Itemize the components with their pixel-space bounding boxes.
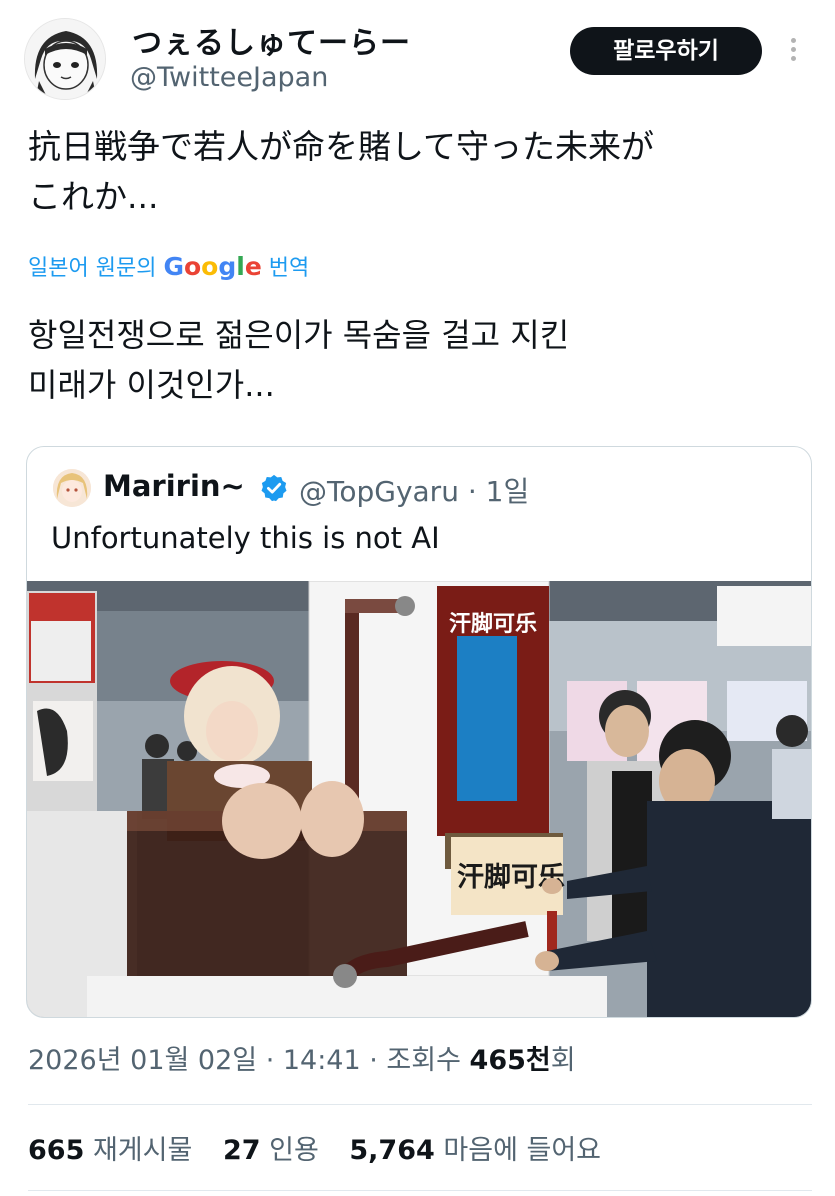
quoted-tweet-photo[interactable]: 汗脚可乐 汗脚可乐 — [27, 581, 812, 1018]
google-logo: Google — [163, 252, 262, 281]
translated-text-line: 미래가 이것인가... — [28, 366, 275, 404]
quoted-author-name[interactable]: Maririn~ — [103, 469, 245, 503]
divider — [28, 1190, 812, 1191]
tweet-text-line: 抗日戦争で若人が命を賭して守った未来が — [28, 127, 655, 166]
translate-suffix: 번역 — [268, 256, 310, 281]
verified-badge-icon — [261, 474, 287, 502]
machine-sign-top: 汗脚可乐 — [449, 612, 537, 637]
retweets-stat[interactable]: 665 재게시물 — [28, 1135, 192, 1166]
author-display-name[interactable]: つぇるしゅてーらー — [132, 18, 411, 62]
translation-attribution[interactable]: 일본어 원문의 Google 번역 — [28, 250, 309, 282]
quoted-author-handle-time[interactable]: @TopGyaru · 1일 — [299, 470, 529, 510]
tweet-date-time[interactable]: 2026년 01월 02일 · 14:41 · 조회수 — [28, 1045, 461, 1076]
tweet-text: 抗日戦争で若人が命を賭して守った未来が これか... — [28, 122, 818, 222]
quotes-count: 27 — [222, 1135, 261, 1166]
author-avatar[interactable] — [24, 18, 106, 100]
divider — [28, 1104, 812, 1105]
tweet-header: つぇるしゅてーらー @TwitteeJapan 팔로우하기 — [0, 0, 835, 110]
retweets-label: 재게시물 — [92, 1135, 193, 1166]
tweet-text-line: これか... — [28, 177, 159, 216]
follow-button[interactable]: 팔로우하기 — [570, 27, 762, 75]
view-count: 465천 — [469, 1045, 551, 1076]
quotes-label: 인용 — [269, 1135, 319, 1166]
likes-stat[interactable]: 5,764 마음에 들어요 — [349, 1135, 601, 1166]
quotes-stat[interactable]: 27 인용 — [223, 1135, 319, 1166]
quoted-tweet-text: Unfortunately this is not AI — [51, 521, 440, 555]
retweets-count: 665 — [28, 1135, 85, 1166]
translate-prefix: 일본어 원문의 — [28, 256, 157, 281]
engagement-stats: 665 재게시물 27 인용 5,764 마음에 들어요 — [28, 1128, 623, 1167]
likes-label: 마음에 들어요 — [443, 1135, 602, 1166]
author-handle[interactable]: @TwitteeJapan — [130, 62, 328, 93]
quoted-author-avatar[interactable] — [53, 469, 91, 507]
view-count-suffix: 회 — [550, 1045, 576, 1076]
quoted-tweet-card[interactable]: Maririn~ @TopGyaru · 1일 Unfortunately th… — [26, 446, 812, 1018]
more-options-icon[interactable] — [786, 38, 800, 66]
likes-count: 5,764 — [349, 1135, 435, 1166]
tweet-meta: 2026년 01월 02일 · 14:41 · 조회수 465천회 — [28, 1038, 576, 1077]
translated-text: 항일전쟁으로 젊은이가 목숨을 걸고 지킨 미래가 이것인가... — [28, 310, 818, 410]
translated-text-line: 항일전쟁으로 젊은이가 목숨을 걸고 지킨 — [28, 316, 570, 354]
